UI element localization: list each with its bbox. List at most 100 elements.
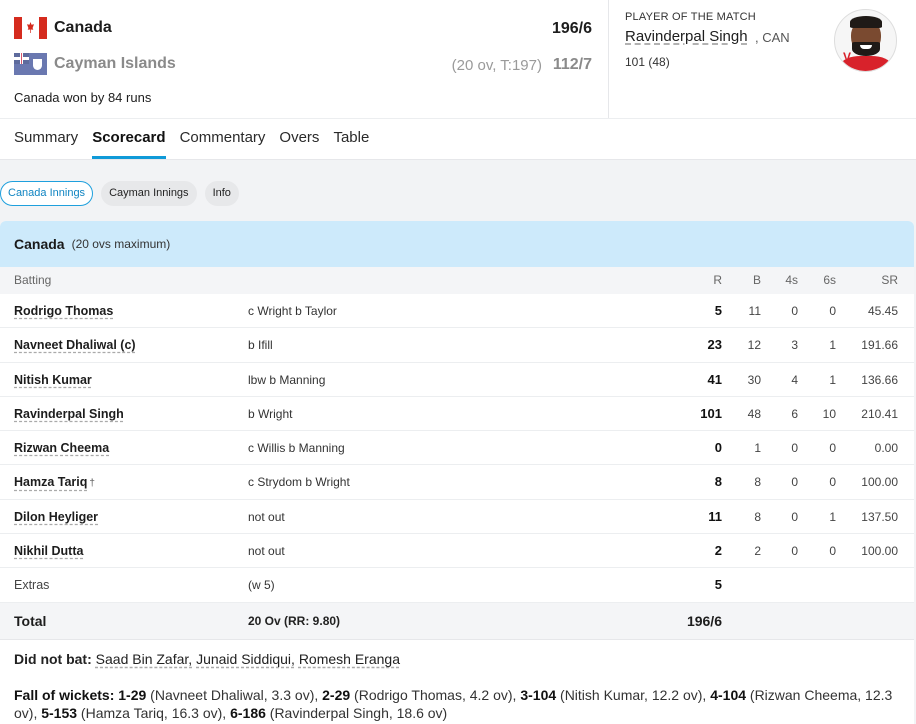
player-of-match-title: PLAYER OF THE MATCH: [625, 11, 756, 23]
batter-runs: 23: [707, 337, 722, 353]
table-row: Navneet Dhaliwal (c) b Ifill 23 12 3 1 1…: [0, 328, 914, 364]
batter-strike-rate: 45.45: [867, 304, 898, 318]
did-not-bat-player[interactable]: Romesh Eranga: [299, 651, 400, 667]
batter-fours: 6: [791, 406, 798, 421]
batter-runs: 2: [714, 543, 722, 559]
batter-fours: 0: [791, 304, 798, 318]
pill-canada-innings[interactable]: Canada Innings: [0, 181, 94, 206]
batter-name[interactable]: Nitish Kumar: [14, 363, 94, 399]
fall-of-wickets: Fall of wickets: 1-29 (Navneet Dhaliwal,…: [14, 686, 894, 722]
innings-team: Canada: [14, 236, 65, 252]
tab-table[interactable]: Table: [326, 119, 376, 159]
tab-overs[interactable]: Overs: [272, 119, 326, 159]
fow-score: 1-29: [118, 687, 147, 703]
batter-balls: 1: [754, 441, 761, 456]
batter-fours: 3: [791, 338, 798, 353]
fow-detail: (Nitish Kumar, 12.2 ov),: [556, 687, 711, 703]
team1-score: 196/6: [551, 20, 592, 37]
header-strike-rate: SR: [881, 273, 898, 287]
table-row: Rodrigo Thomas c Wright b Taylor 5 11 0 …: [0, 294, 914, 330]
match-tabs: Summary Scorecard Commentary Overs Table: [0, 119, 376, 159]
player-of-match-name[interactable]: Ravinderpal Singh: [625, 28, 748, 45]
team2-overs-info: (20 ov, T:197): [451, 57, 542, 74]
did-not-bat-player[interactable]: Junaid Siddiqui,: [196, 651, 295, 667]
tab-commentary[interactable]: Commentary: [173, 119, 273, 159]
header-divider: [608, 0, 609, 119]
batter-fours: 0: [791, 544, 798, 559]
did-not-bat-label: Did not bat:: [14, 651, 92, 667]
team2-row[interactable]: Cayman Islands: [14, 53, 176, 75]
innings-subtitle: (20 ovs maximum): [71, 237, 171, 251]
header-runs: R: [713, 273, 722, 287]
batter-sixes: 10: [822, 406, 836, 421]
tab-summary[interactable]: Summary: [0, 119, 85, 159]
did-not-bat-player[interactable]: Saad Bin Zafar,: [96, 651, 193, 667]
batter-sixes: 0: [829, 441, 836, 456]
batter-fours: 0: [791, 475, 798, 490]
batter-fours: 4: [791, 372, 798, 387]
fow-score: 3-104: [520, 687, 557, 703]
total-detail: 20 Ov (RR: 9.80): [248, 613, 341, 628]
batter-strike-rate: 210.41: [861, 406, 898, 421]
team1-name: Canada: [54, 19, 112, 36]
fow-detail: (Navneet Dhaliwal, 3.3 ov),: [146, 687, 323, 703]
batter-sixes: 1: [829, 509, 836, 524]
batter-balls: 12: [747, 338, 761, 353]
scorecard: Canada (20 ovs maximum) Batting R B 4s 6…: [0, 221, 914, 724]
fow-detail: (Hamza Tariq, 16.3 ov),: [77, 705, 231, 721]
batter-fours: 0: [791, 441, 798, 456]
table-row: Nitish Kumar lbw b Manning 41 30 4 1 136…: [0, 363, 914, 397]
batter-sixes: 0: [829, 544, 836, 559]
player-of-match-score: 101 (48): [625, 55, 670, 69]
extras-label: Extras: [14, 578, 50, 593]
table-row: Ravinderpal Singh b Wright 101 48 6 10 2…: [0, 397, 914, 433]
batter-name[interactable]: Rodrigo Thomas: [14, 294, 115, 330]
batter-runs: 101: [700, 405, 722, 421]
batter-name[interactable]: Ravinderpal Singh: [14, 397, 126, 433]
batter-runs: 41: [707, 371, 722, 387]
fall-of-wickets-label: Fall of wickets:: [14, 687, 115, 703]
total-value: 196/6: [686, 612, 722, 629]
batter-name[interactable]: Hamza Tariq †: [14, 465, 95, 501]
canada-flag-icon: [14, 17, 47, 39]
batter-dismissal: b Ifill: [248, 338, 273, 353]
team2-name: Cayman Islands: [54, 55, 176, 72]
batter-dismissal: c Wright b Taylor: [248, 304, 337, 318]
batter-balls: 8: [754, 509, 761, 524]
tab-scorecard[interactable]: Scorecard: [85, 119, 172, 159]
did-not-bat: Did not bat: Saad Bin Zafar, Junaid Sidd…: [14, 651, 400, 667]
cayman-islands-flag-icon: [14, 53, 47, 75]
header-sixes: 6s: [823, 273, 836, 287]
batter-name[interactable]: Navneet Dhaliwal (c): [14, 328, 138, 364]
batter-runs: 5: [714, 303, 722, 318]
batter-sixes: 0: [829, 475, 836, 490]
batter-balls: 2: [754, 544, 761, 559]
fow-score: 2-29: [322, 687, 351, 703]
header-batting: Batting: [14, 273, 52, 287]
table-row: Nikhil Dutta not out 2 2 0 0 100.00: [0, 534, 914, 570]
pill-cayman-innings[interactable]: Cayman Innings: [101, 181, 197, 206]
batter-runs: 11: [708, 508, 722, 524]
header-fours: 4s: [785, 273, 798, 287]
batter-runs: 0: [714, 440, 722, 456]
batter-name[interactable]: Dilon Heyliger: [14, 500, 100, 536]
extras-row: Extras (w 5) 5: [0, 568, 914, 603]
batter-name[interactable]: Rizwan Cheema: [14, 431, 111, 467]
innings-selector: Canada Innings Cayman Innings Info: [0, 181, 239, 206]
batter-dismissal: c Willis b Manning: [248, 441, 345, 456]
wicketkeeper-mark: †: [89, 478, 95, 490]
batter-sixes: 0: [829, 304, 836, 318]
batter-strike-rate: 100.00: [861, 475, 898, 490]
fow-score: 4-104: [710, 687, 747, 703]
batter-balls: 11: [748, 304, 761, 318]
table-row: Rizwan Cheema c Willis b Manning 0 1 0 0…: [0, 431, 914, 467]
batter-dismissal: b Wright: [248, 406, 293, 421]
batter-dismissal: not out: [248, 544, 285, 559]
pill-info[interactable]: Info: [204, 181, 239, 206]
player-of-match-avatar[interactable]: V: [834, 9, 897, 72]
batter-name[interactable]: Nikhil Dutta: [14, 534, 85, 570]
header-balls: B: [752, 273, 761, 287]
innings-header: Canada (20 ovs maximum): [0, 221, 914, 267]
extras-detail: (w 5): [248, 578, 275, 593]
team1-row[interactable]: Canada: [14, 17, 112, 39]
